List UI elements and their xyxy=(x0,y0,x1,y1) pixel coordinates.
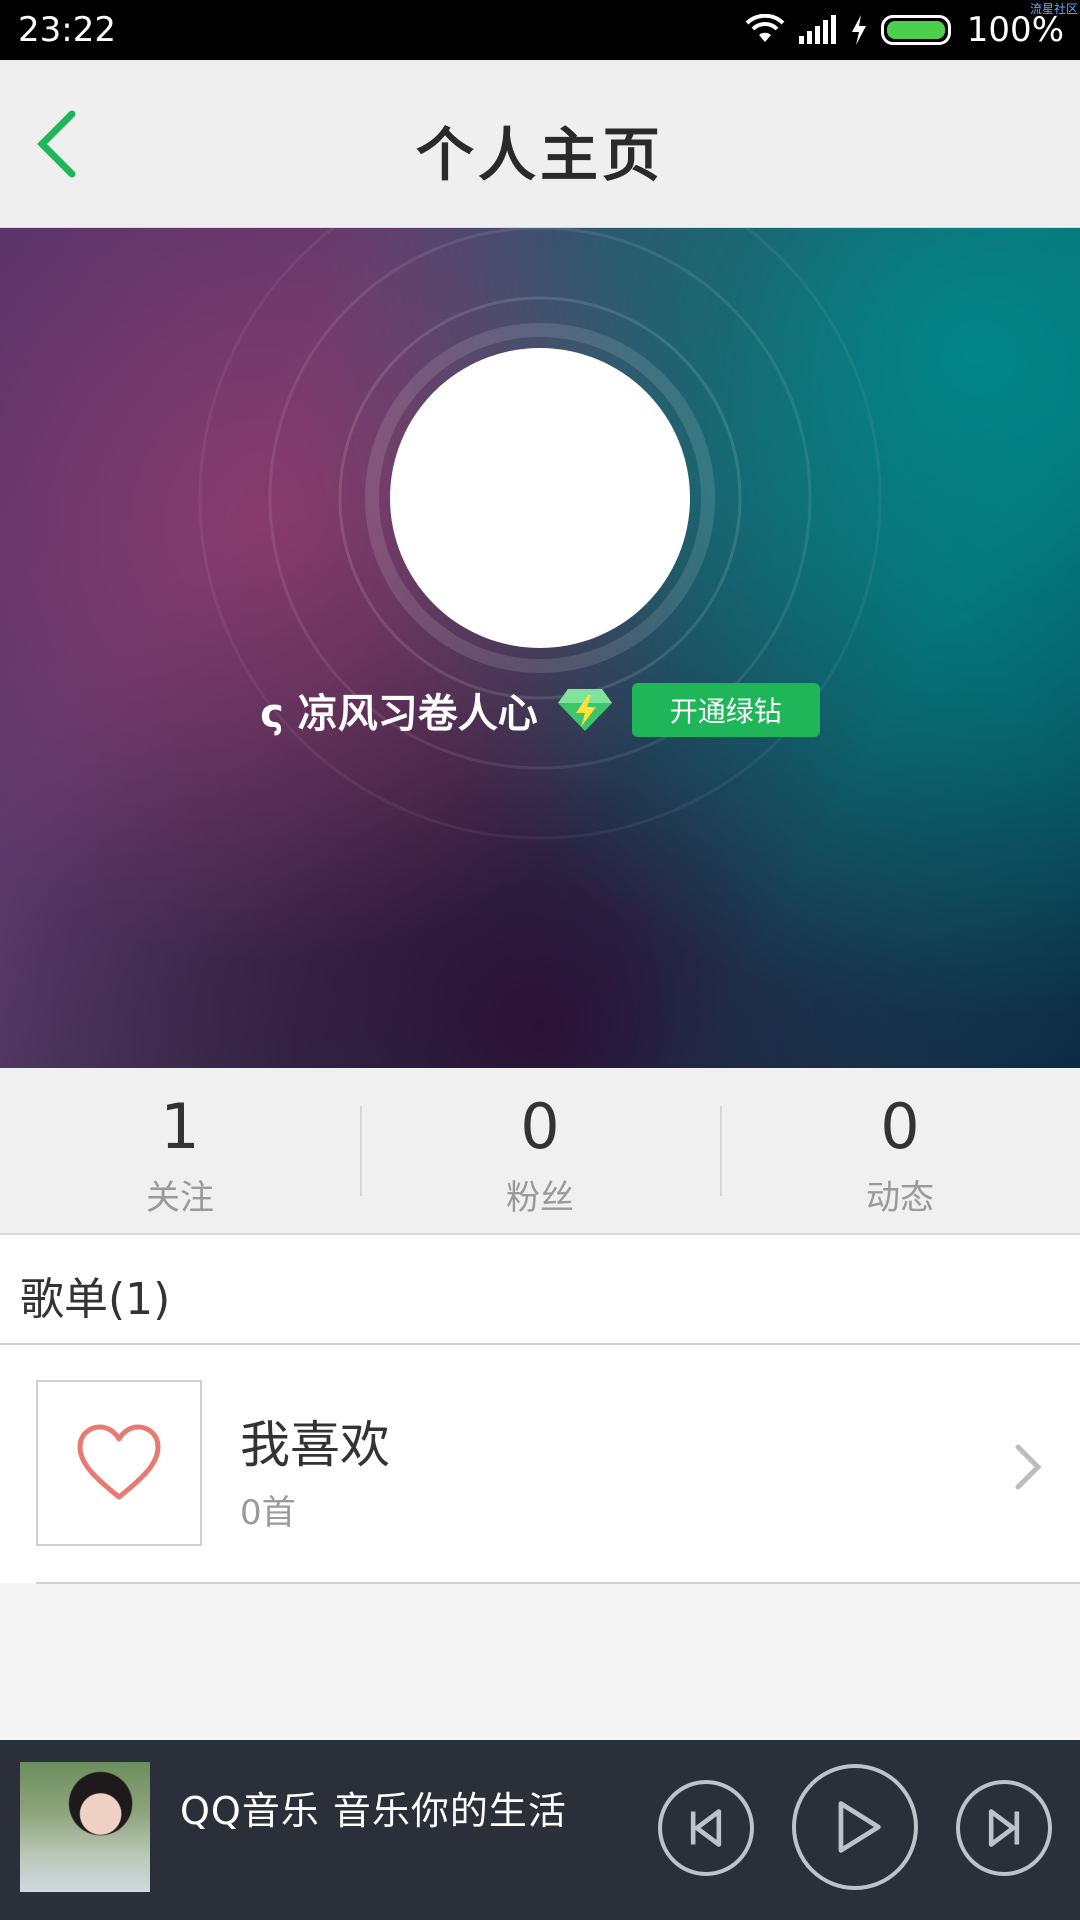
playlist-count: 0首 xyxy=(240,1493,296,1533)
stat-fans[interactable]: 0 粉丝 xyxy=(360,1068,720,1233)
divider xyxy=(36,1582,1080,1584)
section-title: 歌单(1) xyxy=(20,1274,171,1325)
green-diamond-icon[interactable] xyxy=(556,687,614,733)
album-art[interactable] xyxy=(20,1762,150,1892)
user-row: ς 凉风习卷人心 开通绿钻 xyxy=(0,680,1080,740)
charge-icon xyxy=(851,15,866,45)
stat-label: 动态 xyxy=(866,1178,934,1218)
stat-label: 关注 xyxy=(146,1178,214,1218)
stat-value: 1 xyxy=(160,1090,200,1163)
profile-hero: ς 凉风习卷人心 开通绿钻 xyxy=(0,228,1080,1068)
stat-value: 0 xyxy=(520,1090,560,1163)
previous-button[interactable] xyxy=(658,1780,754,1876)
stat-value: 0 xyxy=(880,1090,920,1163)
stat-label: 粉丝 xyxy=(506,1178,574,1218)
avatar[interactable] xyxy=(390,348,690,648)
chevron-right-icon xyxy=(1015,1444,1042,1490)
player-text: QQ音乐 音乐你的生活 xyxy=(180,1789,567,1833)
stat-activity[interactable]: 0 动态 xyxy=(720,1068,1080,1233)
status-time: 23:22 xyxy=(18,10,116,50)
battery-fill xyxy=(886,21,945,39)
title-bar: 个人主页 xyxy=(0,60,1080,229)
watermark: 流星社区 xyxy=(1029,2,1078,16)
open-vip-button[interactable]: 开通绿钻 xyxy=(631,683,820,737)
status-icons: 100% xyxy=(745,10,1064,50)
playlist-section-header: 歌单(1) xyxy=(0,1235,1080,1345)
next-button[interactable] xyxy=(956,1780,1052,1876)
battery-icon xyxy=(880,15,951,45)
page-title: 个人主页 xyxy=(415,121,664,189)
playlist-title: 我喜欢 xyxy=(240,1416,390,1474)
stats-bar: 1 关注 0 粉丝 0 动态 xyxy=(0,1068,1080,1235)
user-name: ς 凉风习卷人心 xyxy=(260,691,538,737)
playlist-cover xyxy=(36,1380,202,1546)
previous-icon xyxy=(690,1809,722,1847)
next-icon xyxy=(988,1809,1020,1847)
heart-icon xyxy=(77,1424,161,1500)
status-bar: 23:22 100% 流星社区 xyxy=(0,0,1080,60)
play-icon xyxy=(838,1801,881,1853)
wifi-icon xyxy=(745,14,785,42)
signal-icon xyxy=(798,15,836,44)
play-button[interactable] xyxy=(792,1764,918,1890)
playlist-item[interactable]: 我喜欢 0首 xyxy=(0,1345,1080,1583)
mini-player[interactable]: QQ音乐 音乐你的生活 xyxy=(0,1740,1080,1920)
stat-following[interactable]: 1 关注 xyxy=(0,1068,360,1233)
